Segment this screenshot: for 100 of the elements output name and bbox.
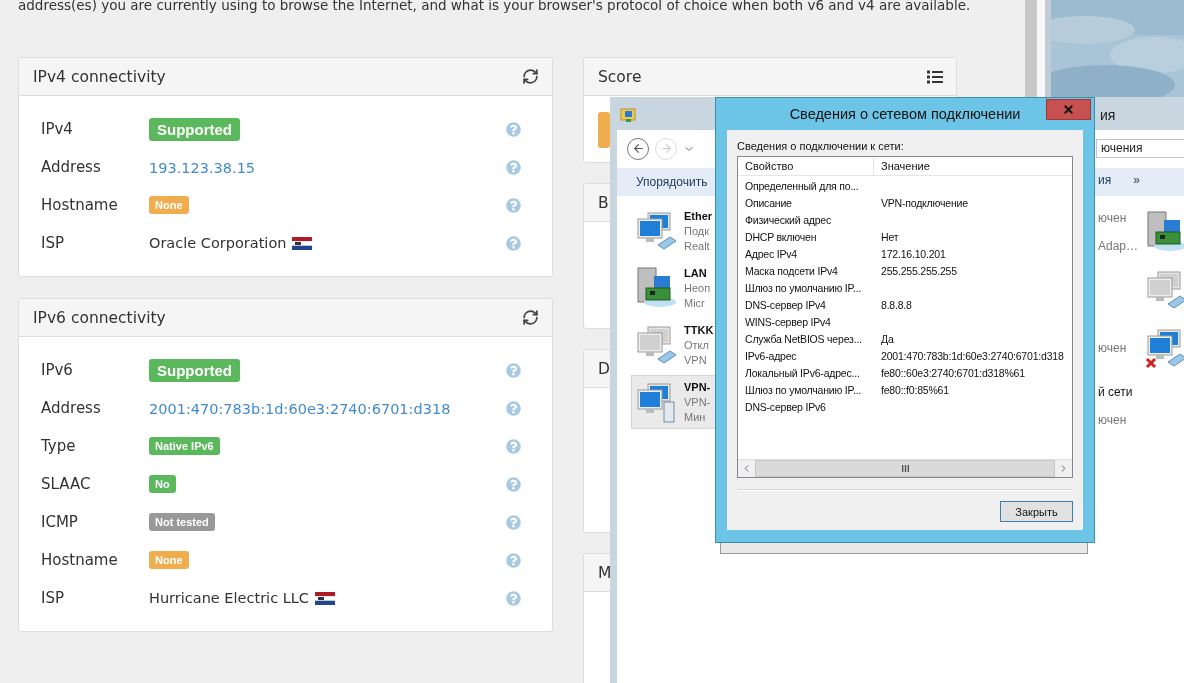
card-title: D: [598, 359, 610, 378]
status-badge: Supported: [149, 117, 240, 141]
score-button[interactable]: [598, 112, 610, 148]
row-label: Hostname: [41, 196, 119, 214]
close-button[interactable]: [1046, 99, 1091, 120]
row-label: SLAAC: [41, 475, 92, 493]
scroll-thumb[interactable]: [755, 460, 1055, 477]
connection-text: Micr: [684, 295, 706, 311]
connection-text: Мин: [684, 409, 707, 425]
property-cell-text: Шлюз по умолчанию IP...: [744, 281, 863, 294]
property-cell-text: IPv6-адрес: [744, 349, 798, 362]
value-cell-text: 255.255.255.255: [880, 264, 958, 277]
help-icon[interactable]: [506, 476, 521, 492]
help-icon[interactable]: [506, 362, 521, 378]
status-badge: Native IPv6: [149, 437, 220, 455]
connection-item[interactable]: TTKK Откл VPN: [631, 318, 731, 372]
value-cell-text: fe80::60e3:2740:6701:d318%61: [880, 366, 1026, 379]
intro-text: address(es) you are currently using to browse the Internet, and what is your browser's protocol of choice when both v6 and v4 are available.: [18, 0, 972, 14]
connection-text: TTKK: [684, 322, 714, 338]
property-cell-text: Описание: [744, 196, 793, 209]
address-link[interactable]: 193.123.38.15: [149, 159, 256, 176]
value-cell-text: 8.8.8.8: [880, 298, 913, 311]
row-label: IPv6: [41, 361, 74, 379]
network-folder-icon: [620, 106, 636, 122]
status-badge: No: [149, 475, 176, 493]
command-menu[interactable]: ия: [1098, 173, 1112, 187]
help-icon[interactable]: [506, 235, 521, 251]
property-cell-text: Адрес IPv4: [744, 247, 798, 260]
status-badge: Supported: [149, 358, 240, 382]
value-cell-text: 2001:470:783b:1d:60e3:2740:6701:d318: [880, 349, 1065, 362]
connection-text: Откл: [684, 337, 710, 353]
connection-text: Adap…: [1098, 238, 1140, 253]
address-field[interactable]: ючения: [1096, 139, 1184, 158]
row-label: ICMP: [41, 513, 79, 531]
scroll-right-button[interactable]: [1055, 460, 1072, 477]
help-icon[interactable]: [506, 590, 521, 606]
help-icon[interactable]: [506, 514, 521, 530]
tower-card-icon: [634, 266, 678, 310]
help-icon[interactable]: [506, 552, 521, 568]
property-cell-text: Служба NetBIOS через...: [744, 332, 863, 345]
property-cell-text: Локальный IPv6-адрес...: [744, 366, 861, 379]
property-cell-text: DNS-сервер IPv6: [744, 400, 827, 413]
row-label: ISP: [41, 589, 65, 607]
card-title: IPv4 connectivity: [33, 67, 166, 86]
value-cell-text: fe80::f0:85%61: [880, 383, 950, 396]
row-label: ISP: [41, 234, 65, 252]
help-icon[interactable]: [506, 400, 521, 416]
connection-item[interactable]: Ether Подк Realt: [631, 204, 731, 258]
property-cell-text: Определенный для по...: [744, 179, 860, 192]
tower-card-icon: [1144, 209, 1184, 254]
refresh-icon[interactable]: [522, 309, 539, 326]
row-label: IPv4: [41, 120, 74, 138]
connection-text: ючен: [1098, 340, 1128, 355]
property-cell-text: DHCP включен: [744, 230, 818, 243]
connection-text: Подк: [684, 223, 710, 239]
close-dialog-button[interactable]: Закрыть: [1000, 501, 1073, 522]
list-icon[interactable]: [927, 68, 943, 85]
property-cell-text: Маска подсети IPv4: [744, 264, 839, 277]
connection-text: VPN-: [684, 379, 711, 395]
card-title: M: [598, 563, 612, 582]
dialog-title: Сведения о сетевом подключении: [789, 106, 1021, 122]
column-header[interactable]: Значение: [874, 157, 1072, 175]
row-label: Address: [41, 399, 102, 417]
connection-text: ючен: [1098, 412, 1128, 427]
property-cell-text: WINS-сервер IPv4: [744, 315, 832, 328]
isp-name: Oracle Corporation: [149, 235, 287, 251]
value-cell-text: 172.16.10.201: [880, 247, 947, 260]
connection-text: Неоп: [684, 280, 711, 296]
window-title: ия: [1100, 107, 1116, 123]
address-link[interactable]: 2001:470:783b:1d:60e3:2740:6701:d318: [149, 400, 451, 417]
isp-name: Hurricane Electric LLC: [149, 590, 309, 606]
group-label: Сведения о подключении к сети:: [737, 140, 905, 152]
value-cell-text: Да: [880, 332, 895, 345]
arrow-left-icon: [631, 142, 645, 155]
help-icon[interactable]: [506, 197, 521, 213]
value-cell-text: Нет: [880, 230, 900, 243]
row-label: Hostname: [41, 551, 119, 569]
property-cell-text: Физический адрес: [744, 213, 833, 226]
card-title: IPv6 connectivity: [33, 308, 166, 327]
connection-text: VPN-: [684, 394, 711, 410]
help-icon[interactable]: [506, 159, 521, 175]
more-button[interactable]: »: [1133, 173, 1140, 187]
connection-item[interactable]: LAN Неоп Micr: [631, 261, 731, 315]
help-icon[interactable]: [506, 438, 521, 454]
row-label: Address: [41, 158, 102, 176]
connection-text: LAN: [684, 265, 708, 281]
card-title: Score: [598, 67, 642, 86]
arrow-right-icon: [659, 142, 673, 155]
help-icon[interactable]: [506, 121, 521, 137]
status-badge: None: [149, 196, 189, 214]
computers-server-icon: [634, 380, 678, 424]
organize-menu[interactable]: Упорядочить: [636, 175, 708, 189]
connection-text: VPN: [684, 352, 708, 368]
refresh-icon[interactable]: [522, 68, 539, 85]
property-cell-text: Шлюз по умолчанию IP...: [744, 383, 863, 396]
column-header[interactable]: Свойство: [738, 157, 874, 175]
row-label: Type: [41, 437, 77, 455]
connection-text: ючен: [1098, 210, 1128, 225]
status-badge: Not tested: [149, 513, 215, 531]
scroll-left-button[interactable]: [738, 460, 755, 477]
